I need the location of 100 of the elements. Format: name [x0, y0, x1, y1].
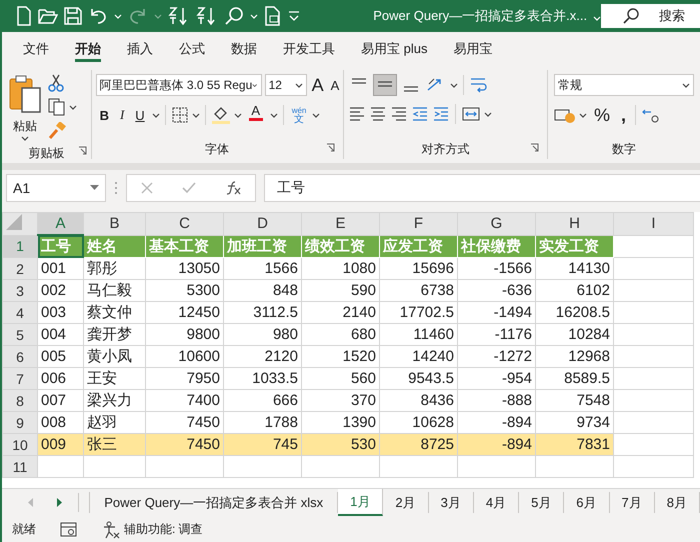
scissors-icon[interactable] [48, 74, 64, 92]
row-header[interactable]: 7 [2, 368, 38, 390]
caret-icon[interactable] [579, 112, 587, 118]
align-center-icon[interactable] [368, 105, 387, 123]
formula-field[interactable]: 工号 [264, 174, 700, 202]
decrease-indent-icon[interactable] [410, 105, 429, 123]
ribbon-tab[interactable]: 插入 [114, 32, 166, 66]
comma-style-button[interactable]: , [617, 104, 630, 126]
phonetic-guide-button[interactable]: wén 文 [288, 106, 310, 124]
sheet-tab[interactable]: 4月 [474, 492, 520, 513]
search-field[interactable]: 搜索 [601, 4, 700, 28]
caret-icon[interactable] [294, 82, 303, 88]
column-header[interactable]: A [38, 212, 84, 235]
row-header[interactable]: 5 [2, 324, 38, 346]
copy-icon[interactable] [48, 98, 66, 116]
check-icon[interactable] [182, 182, 196, 194]
caret-icon[interactable] [152, 112, 160, 118]
caret-icon[interactable] [192, 112, 200, 118]
column-header[interactable]: I [614, 212, 694, 235]
ribbon-tab[interactable]: 开发工具 [270, 32, 348, 66]
paste-label[interactable]: 粘贴 [13, 118, 37, 135]
document-table-icon[interactable] [264, 6, 282, 26]
font-name-dropdown[interactable]: 阿里巴巴普惠体 3.0 55 Regu [96, 74, 262, 96]
accessibility-icon[interactable] [102, 520, 120, 538]
caret-icon[interactable] [252, 82, 258, 88]
sheet-tab[interactable]: 5月 [519, 492, 564, 513]
row-header[interactable]: 9 [2, 412, 38, 434]
sheet-tab[interactable]: 1月 [338, 489, 384, 516]
caret-icon[interactable] [270, 112, 278, 118]
row-header[interactable]: 1 [2, 235, 38, 258]
format-painter-icon[interactable] [48, 122, 66, 140]
merge-center-icon[interactable] [460, 105, 481, 123]
ribbon-tab[interactable]: 易用宝 [440, 32, 506, 66]
caret-icon[interactable] [69, 104, 77, 110]
table-cell: 1033.5 [224, 368, 302, 390]
align-right-icon[interactable] [390, 105, 408, 123]
sheet-tab[interactable]: 8月 [654, 492, 700, 513]
sheet-tab[interactable]: 2月 [383, 492, 429, 513]
caret-icon[interactable] [682, 82, 690, 88]
row-header[interactable]: 6 [2, 346, 38, 368]
ribbon-tab[interactable]: 文件 [10, 32, 62, 66]
table-cell: 14130 [536, 258, 614, 280]
row-header[interactable]: 8 [2, 390, 38, 412]
ribbon-tab[interactable]: 公式 [166, 32, 218, 66]
accessibility-status[interactable]: 辅助功能: 调查 [124, 521, 203, 538]
clipboard-icon[interactable] [8, 74, 42, 114]
row-header[interactable]: 2 [2, 258, 38, 280]
dialog-launcher-icon[interactable] [530, 143, 539, 152]
caret-icon[interactable] [484, 112, 492, 116]
font-color-button[interactable]: A [244, 104, 267, 126]
shrink-font-button[interactable]: A [328, 74, 342, 96]
caret-icon[interactable] [234, 112, 242, 118]
row-header[interactable]: 3 [2, 280, 38, 302]
increase-indent-icon[interactable] [432, 105, 450, 123]
column-header[interactable]: F [380, 212, 458, 235]
caret-icon[interactable] [21, 136, 29, 141]
function-icon[interactable] [224, 180, 241, 194]
percent-button[interactable]: % [590, 104, 614, 126]
save-icon[interactable] [64, 7, 82, 25]
align-left-icon[interactable] [348, 105, 366, 123]
italic-button[interactable]: I [116, 104, 128, 126]
font-size-dropdown[interactable]: 12 [264, 74, 307, 96]
underline-button[interactable]: U [131, 104, 149, 126]
column-header[interactable]: D [224, 212, 302, 235]
search-icon[interactable] [224, 6, 244, 26]
new-file-icon[interactable] [16, 6, 32, 26]
number-format-dropdown[interactable]: 常规 [554, 74, 694, 96]
row-header[interactable]: 10 [2, 434, 38, 456]
macro-record-icon[interactable] [60, 522, 78, 538]
column-header[interactable]: E [302, 212, 380, 235]
dialog-launcher-icon[interactable] [326, 143, 335, 152]
caret-icon[interactable] [312, 112, 320, 118]
sheet-tab[interactable]: 6月 [564, 492, 610, 513]
fill-color-icon[interactable] [210, 105, 231, 125]
borders-icon[interactable] [170, 106, 189, 124]
sheet-tab[interactable]: 7月 [610, 492, 655, 513]
row-header[interactable]: 11 [2, 456, 38, 478]
wrap-text-icon[interactable] [468, 76, 489, 94]
ribbon-tab[interactable]: 开始 [62, 32, 114, 66]
sheet-tab[interactable]: 3月 [428, 492, 474, 513]
column-header[interactable]: H [536, 212, 614, 235]
bold-button[interactable]: B [96, 104, 113, 126]
undo-icon[interactable] [88, 7, 108, 25]
table-cell: 6738 [380, 280, 458, 302]
name-box[interactable]: A1 [6, 174, 106, 202]
scroll-right-icon[interactable] [56, 498, 62, 507]
column-header[interactable]: B [84, 212, 146, 235]
drag-handle-icon[interactable] [114, 180, 118, 194]
column-header[interactable]: G [458, 212, 536, 235]
ribbon-tab[interactable]: 易用宝 plus [348, 32, 440, 66]
row-header[interactable]: 4 [2, 302, 38, 324]
dropdown-arrow-icon[interactable] [90, 185, 99, 190]
grow-font-button[interactable]: A [310, 74, 326, 96]
open-folder-icon[interactable] [38, 7, 58, 25]
ribbon-tab[interactable]: 数据 [218, 32, 270, 66]
column-header[interactable]: C [146, 212, 224, 235]
customize-caret-icon[interactable] [288, 11, 300, 21]
caret-icon[interactable] [450, 82, 458, 88]
dialog-launcher-icon[interactable] [78, 146, 87, 155]
table-cell: -1176 [458, 324, 536, 346]
